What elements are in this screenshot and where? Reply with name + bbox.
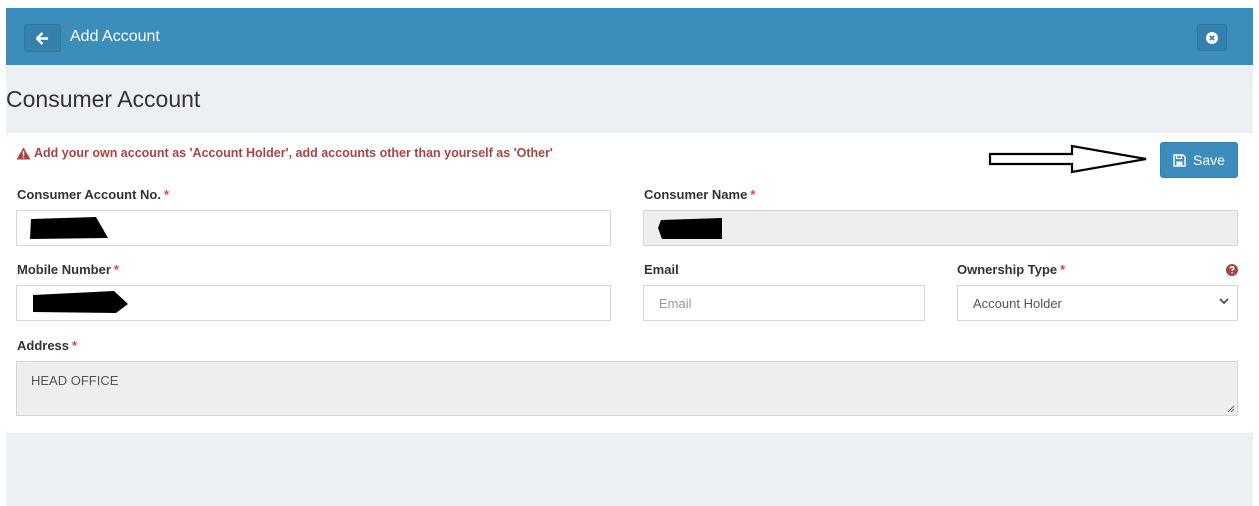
consumer-name-label: Consumer Name *: [644, 187, 756, 202]
consumer-name-input[interactable]: [643, 210, 1238, 246]
address-label: Address *: [17, 338, 78, 353]
redaction-mark: [658, 218, 722, 239]
arrow-left-icon: [36, 31, 49, 45]
required-mark: *: [750, 187, 756, 202]
consumer-account-no-label: Consumer Account No. *: [17, 187, 170, 202]
header-title: Add Account: [70, 28, 160, 45]
address-textarea[interactable]: HEAD OFFICE: [16, 361, 1238, 416]
redaction-mark: [33, 291, 128, 313]
email-label: Email: [644, 262, 679, 277]
required-mark: *: [113, 262, 119, 277]
required-mark: *: [163, 187, 170, 202]
app-frame: Add Account Consumer Account Add your ow…: [6, 8, 1253, 506]
mobile-number-label: Mobile Number *: [17, 262, 119, 277]
ownership-type-label: Ownership Type *: [957, 262, 1066, 277]
account-form-card: Add your own account as 'Account Holder'…: [6, 133, 1253, 433]
page-header: Add Account: [6, 8, 1253, 65]
resize-handle-icon[interactable]: [1226, 404, 1235, 413]
ownership-type-select[interactable]: Account Holder: [957, 285, 1238, 321]
warning-text: Add your own account as 'Account Holder'…: [34, 146, 553, 160]
back-button[interactable]: [24, 24, 61, 52]
save-label: Save: [1193, 152, 1225, 168]
save-button[interactable]: Save: [1160, 142, 1238, 178]
warning-message: Add your own account as 'Account Holder'…: [16, 146, 553, 160]
email-input[interactable]: Email: [643, 285, 925, 321]
required-mark: *: [1060, 262, 1066, 277]
question-circle-icon[interactable]: [1226, 264, 1238, 276]
times-circle-icon: [1206, 31, 1218, 44]
chevron-down-icon: [1219, 298, 1229, 305]
annotation-arrow: [988, 144, 1147, 174]
close-button[interactable]: [1197, 24, 1227, 51]
redaction-mark: [30, 217, 108, 239]
page-title: Consumer Account: [6, 86, 201, 112]
warning-triangle-icon: [16, 147, 31, 159]
floppy-disk-icon: [1173, 153, 1186, 167]
required-mark: *: [72, 338, 78, 353]
